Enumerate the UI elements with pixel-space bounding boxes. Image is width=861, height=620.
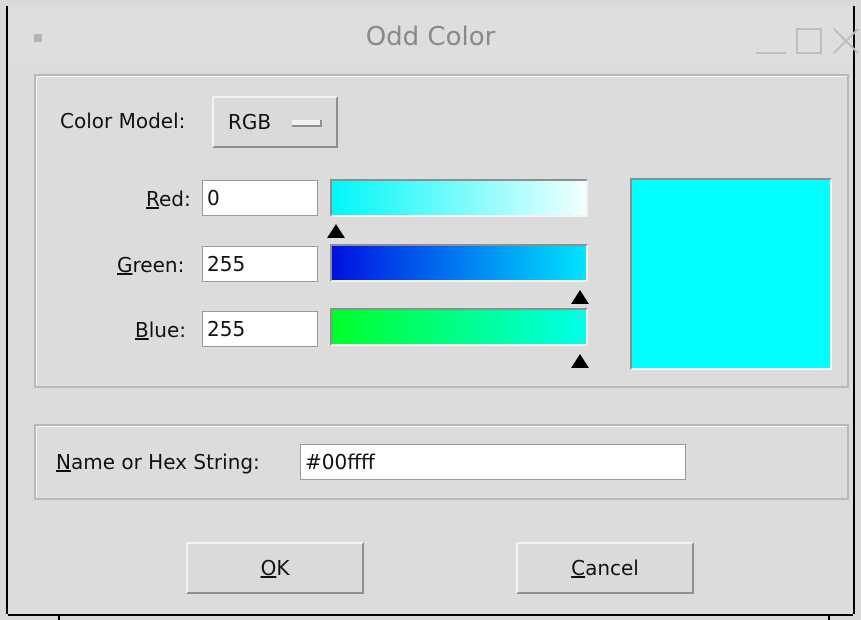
blue-slider-thumb[interactable] [571,354,589,368]
color-preview-swatch [630,178,832,370]
color-model-value: RGB [228,110,272,134]
blue-input[interactable]: 255 [202,311,318,347]
close-icon[interactable] [832,28,860,54]
maximize-icon[interactable] [796,28,822,54]
bottom-edge [8,614,853,616]
dropdown-indicator-icon [292,120,322,127]
title-bar[interactable]: Odd Color [10,8,859,64]
green-slider-thumb[interactable] [571,290,589,304]
red-slider-thumb[interactable] [327,224,345,238]
blue-label: Blue: [135,318,187,342]
red-label: Red: [146,187,191,211]
red-slider[interactable] [330,179,588,217]
name-hex-input[interactable]: #00ffff [300,444,686,480]
name-hex-label: Name or Hex String: [56,450,260,474]
green-input[interactable]: 255 [202,246,318,282]
minimize-icon[interactable] [756,28,786,54]
blue-slider[interactable] [330,308,588,346]
window-title: Odd Color [365,22,496,52]
cancel-button[interactable]: Cancel [516,542,694,594]
green-slider[interactable] [330,244,588,282]
bottom-edge-tick [58,614,60,620]
color-model-label: Color Model: [60,109,186,133]
color-model-dropdown[interactable]: RGB [212,96,338,148]
red-input[interactable]: 0 [202,180,318,216]
ok-button[interactable]: OK [186,542,364,594]
bottom-edge-tick [828,614,830,620]
green-label: Green: [117,253,185,277]
